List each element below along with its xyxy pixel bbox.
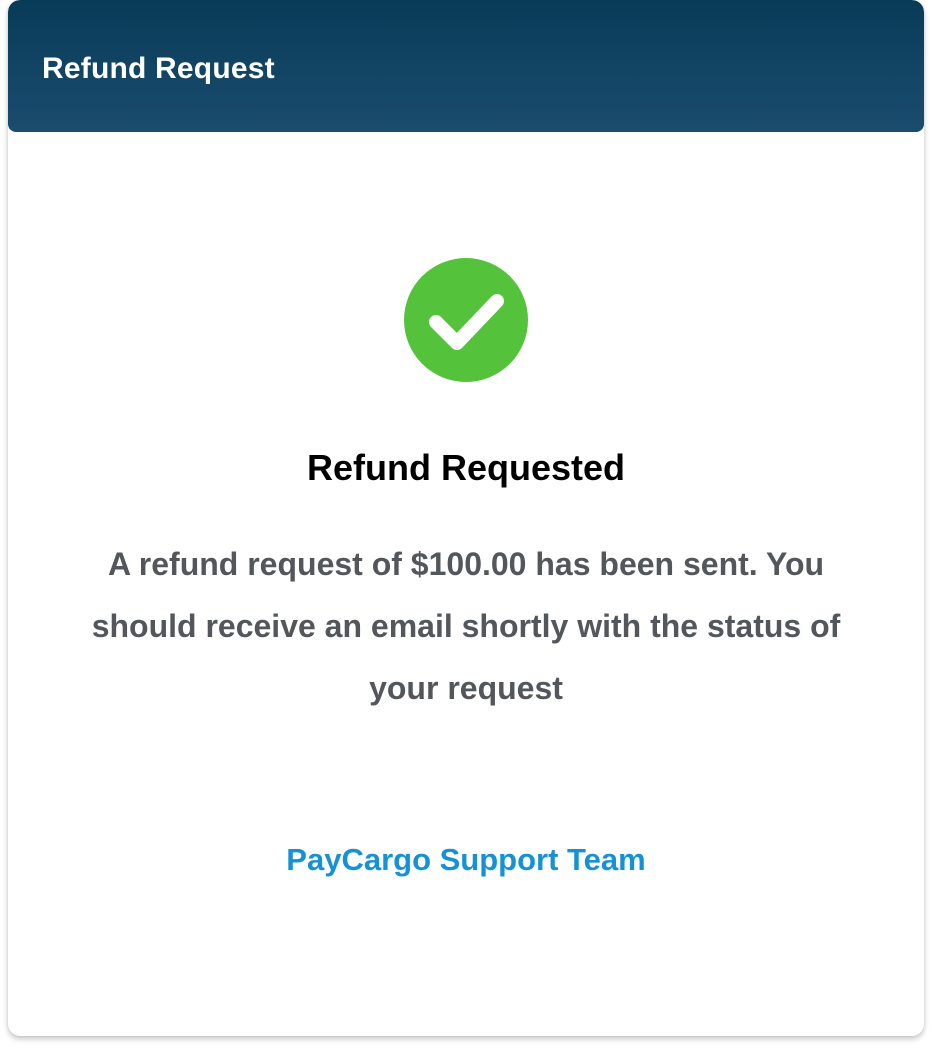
refund-request-card: Refund Request Refund Requested A refund…: [8, 0, 924, 1036]
card-header: Refund Request: [8, 0, 924, 132]
support-team-signature: PayCargo Support Team: [286, 842, 646, 877]
check-circle-icon: [404, 258, 528, 382]
card-header-title: Refund Request: [42, 52, 275, 85]
success-title: Refund Requested: [306, 447, 626, 488]
success-message: A refund request of $100.00 has been sen…: [91, 546, 841, 706]
